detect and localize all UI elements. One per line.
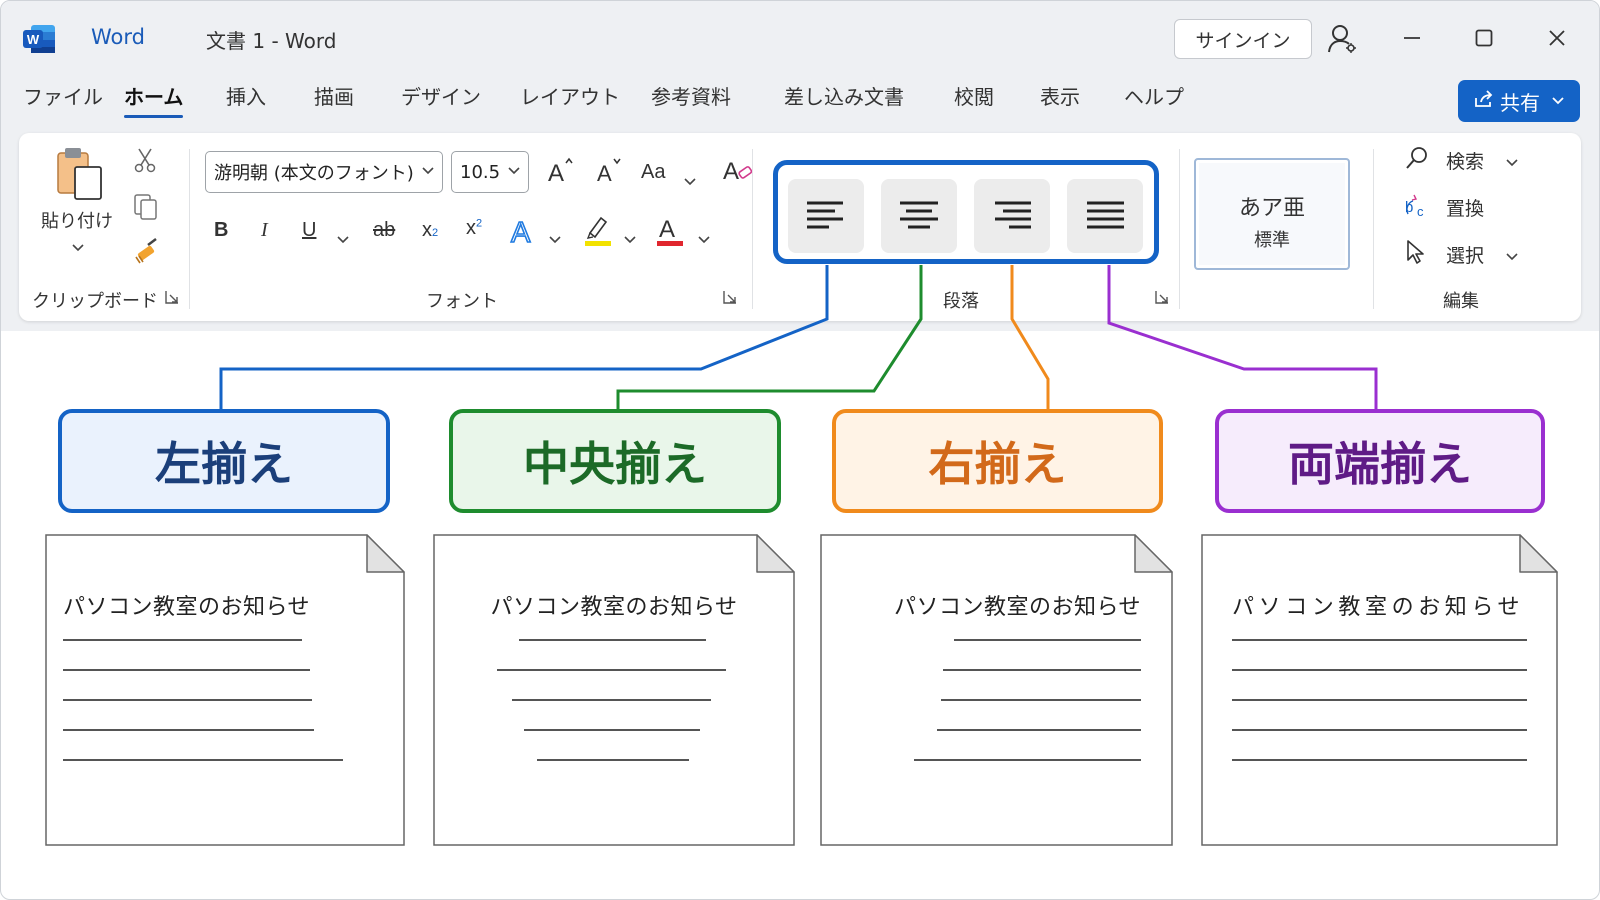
document-heading: パソコン教室のお知らせ (1232, 595, 1525, 620)
document-center-aligned: パソコン教室のお知らせ (433, 534, 795, 846)
callout-right-align: 右揃え (832, 409, 1163, 513)
document-left-aligned: パソコン教室のお知らせ (45, 534, 405, 846)
justify-connector (1107, 265, 1378, 409)
callout-justify: 両端揃え (1215, 409, 1545, 513)
right-align-connector (1010, 265, 1050, 409)
word-window: W Word 文書 1 - Word サインイン ファイル ホーム 挿入 描画 … (0, 0, 1600, 900)
center-align-connector (616, 265, 923, 409)
callout-left-align: 左揃え (58, 409, 390, 513)
document-heading: パソコン教室のお知らせ (490, 595, 738, 620)
document-justified: パソコン教室のお知らせ (1201, 534, 1558, 846)
document-heading: パソコン教室のお知らせ (893, 595, 1141, 620)
document-heading: パソコン教室のお知らせ (63, 595, 311, 620)
document-right-aligned: パソコン教室のお知らせ (820, 534, 1173, 846)
callout-center-align: 中央揃え (449, 409, 781, 513)
left-align-connector (219, 265, 829, 409)
